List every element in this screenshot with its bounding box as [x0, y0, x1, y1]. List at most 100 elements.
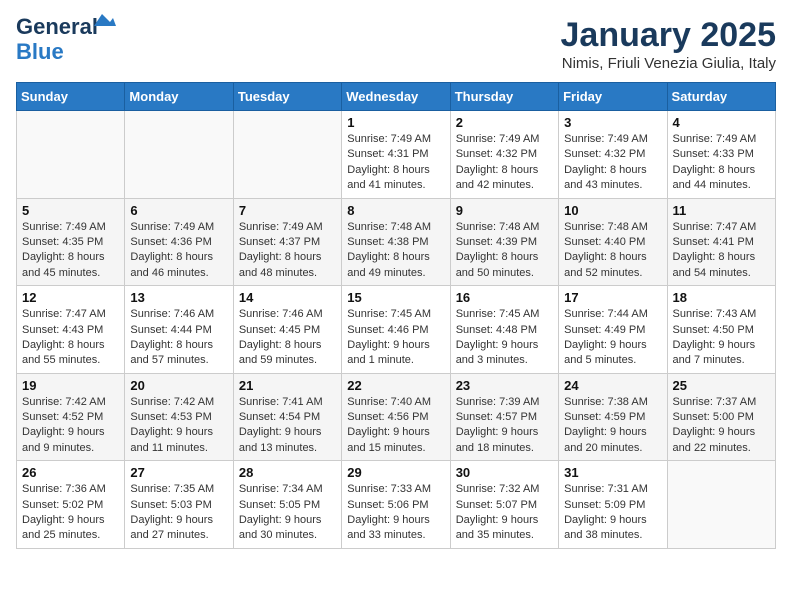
title-area: January 2025 Nimis, Friuli Venezia Giuli… [561, 16, 777, 72]
calendar-cell: 1Sunrise: 7:49 AMSunset: 4:31 PMDaylight… [342, 111, 450, 199]
calendar-cell: 11 Sunrise: 7:47 AMSunset: 4:41 PMDayligh… [667, 198, 775, 286]
day-info: Sunrise: 7:35 AMSunset: 5:03 PMDaylight:… [130, 482, 227, 544]
day-number: 8 [347, 203, 444, 218]
logo-blue: Blue [16, 41, 64, 63]
day-number: 18 [673, 290, 770, 305]
day-number: 30 [456, 465, 553, 480]
day-info: Sunrise: 7:32 AMSunset: 5:07 PMDaylight:… [456, 482, 553, 544]
day-number: 14 [239, 290, 336, 305]
calendar-week-4: 19 Sunrise: 7:42 AMSunset: 4:52 PMDayligh… [17, 373, 776, 461]
calendar-cell: 27 Sunrise: 7:35 AMSunset: 5:03 PMDayligh… [125, 461, 233, 549]
day-number: 23 [456, 378, 553, 393]
calendar-cell: 19 Sunrise: 7:42 AMSunset: 4:52 PMDayligh… [17, 373, 125, 461]
day-info: Sunrise: 7:48 AMSunset: 4:38 PMDaylight:… [347, 220, 444, 282]
calendar-cell [125, 111, 233, 199]
day-info: Sunrise: 7:34 AMSunset: 5:05 PMDaylight:… [239, 482, 336, 544]
day-number: 2 [456, 115, 553, 130]
calendar-cell: 22 Sunrise: 7:40 AMSunset: 4:56 PMDayligh… [342, 373, 450, 461]
weekday-header-saturday: Saturday [667, 83, 775, 111]
day-number: 4 [673, 115, 770, 130]
day-info: Sunrise: 7:49 AMSunset: 4:35 PMDaylight:… [22, 220, 119, 282]
calendar-week-5: 26 Sunrise: 7:36 AMSunset: 5:02 PMDayligh… [17, 461, 776, 549]
day-info: Sunrise: 7:42 AMSunset: 4:53 PMDaylight:… [130, 395, 227, 457]
day-number: 16 [456, 290, 553, 305]
calendar-cell: 9Sunrise: 7:48 AMSunset: 4:39 PMDaylight… [450, 198, 558, 286]
calendar-cell: 23 Sunrise: 7:39 AMSunset: 4:57 PMDayligh… [450, 373, 558, 461]
weekday-header-monday: Monday [125, 83, 233, 111]
month-title: January 2025 [561, 16, 777, 55]
calendar-table: SundayMondayTuesdayWednesdayThursdayFrid… [16, 82, 776, 549]
day-number: 27 [130, 465, 227, 480]
day-info: Sunrise: 7:43 AMSunset: 4:50 PMDaylight:… [673, 307, 770, 369]
calendar-cell: 7Sunrise: 7:49 AMSunset: 4:37 PMDaylight… [233, 198, 341, 286]
day-number: 7 [239, 203, 336, 218]
calendar-cell: 13Sunrise: 7:46 AMSunset: 4:44 PMDayligh… [125, 286, 233, 374]
day-info: Sunrise: 7:45 AMSunset: 4:46 PMDaylight:… [347, 307, 444, 369]
day-info: Sunrise: 7:48 AMSunset: 4:40 PMDaylight:… [564, 220, 661, 282]
day-number: 6 [130, 203, 227, 218]
day-number: 21 [239, 378, 336, 393]
day-info: Sunrise: 7:40 AMSunset: 4:56 PMDaylight:… [347, 395, 444, 457]
calendar-cell: 21Sunrise: 7:41 AMSunset: 4:54 PMDayligh… [233, 373, 341, 461]
day-info: Sunrise: 7:33 AMSunset: 5:06 PMDaylight:… [347, 482, 444, 544]
day-number: 1 [347, 115, 444, 130]
calendar-week-3: 12 Sunrise: 7:47 AMSunset: 4:43 PMDayligh… [17, 286, 776, 374]
day-info: Sunrise: 7:42 AMSunset: 4:52 PMDaylight:… [22, 395, 119, 457]
day-number: 12 [22, 290, 119, 305]
day-number: 29 [347, 465, 444, 480]
weekday-header-row: SundayMondayTuesdayWednesdayThursdayFrid… [17, 83, 776, 111]
calendar-cell: 3Sunrise: 7:49 AMSunset: 4:32 PMDaylight… [559, 111, 667, 199]
day-number: 15 [347, 290, 444, 305]
logo: General Blue [16, 16, 98, 63]
calendar-cell: 10 Sunrise: 7:48 AMSunset: 4:40 PMDayligh… [559, 198, 667, 286]
day-number: 28 [239, 465, 336, 480]
location: Nimis, Friuli Venezia Giulia, Italy [561, 55, 777, 72]
day-number: 20 [130, 378, 227, 393]
day-number: 5 [22, 203, 119, 218]
day-number: 22 [347, 378, 444, 393]
calendar-cell: 30 Sunrise: 7:32 AMSunset: 5:07 PMDayligh… [450, 461, 558, 549]
day-info: Sunrise: 7:47 AMSunset: 4:43 PMDaylight:… [22, 307, 119, 369]
day-info: Sunrise: 7:47 AMSunset: 4:41 PMDaylight:… [673, 220, 770, 282]
page-header: General Blue January 2025 Nimis, Friuli … [16, 16, 776, 72]
calendar-cell: 29 Sunrise: 7:33 AMSunset: 5:06 PMDayligh… [342, 461, 450, 549]
day-number: 25 [673, 378, 770, 393]
day-number: 3 [564, 115, 661, 130]
day-info: Sunrise: 7:49 AMSunset: 4:36 PMDaylight:… [130, 220, 227, 282]
calendar-cell: 17Sunrise: 7:44 AMSunset: 4:49 PMDayligh… [559, 286, 667, 374]
calendar-cell: 25 Sunrise: 7:37 AMSunset: 5:00 PMDayligh… [667, 373, 775, 461]
day-number: 24 [564, 378, 661, 393]
day-info: Sunrise: 7:46 AMSunset: 4:45 PMDaylight:… [239, 307, 336, 369]
calendar-cell: 20 Sunrise: 7:42 AMSunset: 4:53 PMDayligh… [125, 373, 233, 461]
logo-icon [94, 12, 116, 28]
weekday-header-tuesday: Tuesday [233, 83, 341, 111]
weekday-header-wednesday: Wednesday [342, 83, 450, 111]
day-info: Sunrise: 7:38 AMSunset: 4:59 PMDaylight:… [564, 395, 661, 457]
calendar-cell: 12 Sunrise: 7:47 AMSunset: 4:43 PMDayligh… [17, 286, 125, 374]
day-info: Sunrise: 7:49 AMSunset: 4:32 PMDaylight:… [456, 132, 553, 194]
day-info: Sunrise: 7:39 AMSunset: 4:57 PMDaylight:… [456, 395, 553, 457]
calendar-cell: 14 Sunrise: 7:46 AMSunset: 4:45 PMDayligh… [233, 286, 341, 374]
calendar-cell: 28 Sunrise: 7:34 AMSunset: 5:05 PMDayligh… [233, 461, 341, 549]
calendar-cell: 15 Sunrise: 7:45 AMSunset: 4:46 PMDayligh… [342, 286, 450, 374]
weekday-header-friday: Friday [559, 83, 667, 111]
day-info: Sunrise: 7:37 AMSunset: 5:00 PMDaylight:… [673, 395, 770, 457]
calendar-cell: 31Sunrise: 7:31 AMSunset: 5:09 PMDayligh… [559, 461, 667, 549]
day-number: 26 [22, 465, 119, 480]
day-info: Sunrise: 7:36 AMSunset: 5:02 PMDaylight:… [22, 482, 119, 544]
calendar-cell: 8 Sunrise: 7:48 AMSunset: 4:38 PMDaylight… [342, 198, 450, 286]
calendar-week-1: 1Sunrise: 7:49 AMSunset: 4:31 PMDaylight… [17, 111, 776, 199]
calendar-cell [233, 111, 341, 199]
day-number: 10 [564, 203, 661, 218]
day-number: 11 [673, 203, 770, 218]
day-number: 19 [22, 378, 119, 393]
day-info: Sunrise: 7:45 AMSunset: 4:48 PMDaylight:… [456, 307, 553, 369]
day-number: 17 [564, 290, 661, 305]
day-info: Sunrise: 7:31 AMSunset: 5:09 PMDaylight:… [564, 482, 661, 544]
calendar-cell: 16 Sunrise: 7:45 AMSunset: 4:48 PMDayligh… [450, 286, 558, 374]
weekday-header-sunday: Sunday [17, 83, 125, 111]
day-info: Sunrise: 7:46 AMSunset: 4:44 PMDaylight:… [130, 307, 227, 369]
calendar-cell: 24 Sunrise: 7:38 AMSunset: 4:59 PMDayligh… [559, 373, 667, 461]
logo-general: General [16, 14, 98, 39]
calendar-cell: 18 Sunrise: 7:43 AMSunset: 4:50 PMDayligh… [667, 286, 775, 374]
